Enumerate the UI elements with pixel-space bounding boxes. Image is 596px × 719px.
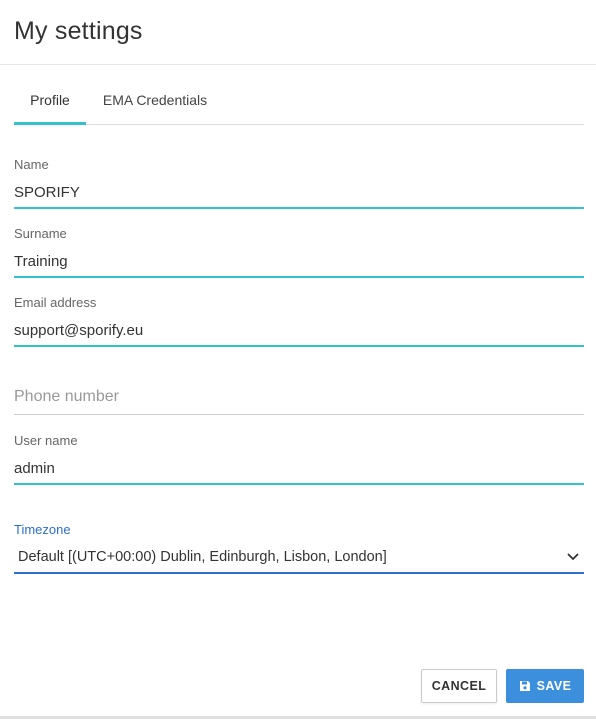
timezone-label: Timezone <box>14 522 71 537</box>
surname-label: Surname <box>14 226 67 241</box>
dialog-header: My settings <box>0 0 596 65</box>
email-label: Email address <box>14 295 97 310</box>
tab-ema-credentials-label: EMA Credentials <box>102 92 208 108</box>
timezone-field: Timezone Default [(UTC+00:00) Dublin, Ed… <box>14 522 584 574</box>
email-underline <box>14 345 584 347</box>
email-field: Email address <box>14 295 584 347</box>
cancel-button-label: CANCEL <box>431 679 487 693</box>
phone-underline <box>14 414 584 415</box>
name-input[interactable] <box>14 180 584 206</box>
chevron-down-icon <box>567 553 579 560</box>
cancel-button[interactable]: CANCEL <box>421 669 497 703</box>
active-tab-indicator <box>14 122 86 125</box>
timezone-select[interactable]: Default [(UTC+00:00) Dublin, Edinburgh, … <box>14 544 584 572</box>
surname-field: Surname <box>14 226 584 278</box>
name-field: Name <box>14 157 584 209</box>
floppy-disk-icon <box>519 681 530 691</box>
email-input[interactable] <box>14 318 584 344</box>
username-label: User name <box>14 433 78 448</box>
dialog-title: My settings <box>14 17 143 45</box>
timezone-underline <box>14 572 584 574</box>
tab-profile-label: Profile <box>30 92 70 108</box>
save-button[interactable]: SAVE <box>506 669 584 703</box>
username-underline <box>14 483 584 485</box>
username-input[interactable] <box>14 456 584 482</box>
surname-underline <box>14 276 584 278</box>
save-button-label: SAVE <box>536 679 572 693</box>
tab-profile[interactable]: Profile <box>14 82 86 125</box>
name-label: Name <box>14 157 49 172</box>
name-underline <box>14 207 584 209</box>
tab-ema-credentials[interactable]: EMA Credentials <box>101 82 209 124</box>
surname-input[interactable] <box>14 249 584 275</box>
timezone-selected-value: Default [(UTC+00:00) Dublin, Edinburgh, … <box>18 549 387 565</box>
phone-field <box>14 384 584 416</box>
tab-bar: Profile EMA Credentials <box>14 82 584 125</box>
phone-input[interactable] <box>14 384 584 410</box>
username-field: User name <box>14 433 584 485</box>
